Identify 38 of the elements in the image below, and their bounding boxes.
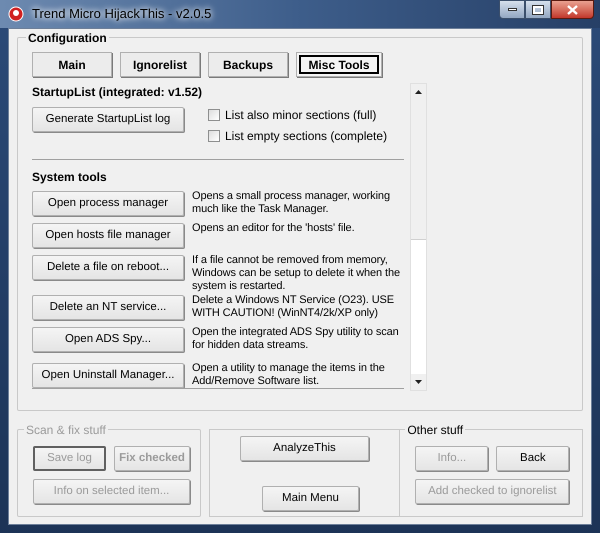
generate-log-button[interactable]: Generate StartupList log xyxy=(32,107,184,132)
checkbox[interactable] xyxy=(208,130,220,142)
tab[interactable]: Main xyxy=(32,52,112,77)
tab[interactable]: Ignorelist xyxy=(120,52,200,77)
tool-button[interactable]: Delete a file on reboot... xyxy=(32,255,184,280)
main-menu-button[interactable]: Main Menu xyxy=(262,486,359,511)
minimize-icon xyxy=(508,8,516,11)
tool-button[interactable]: Open Uninstall Manager... xyxy=(32,363,184,388)
tool-description: Opens an editor for the 'hosts' file. xyxy=(192,222,356,235)
tool-description: Open the integrated ADS Spy utility to scan for hidden data streams. xyxy=(192,326,400,352)
tool-description: Open a utility to manage the items in the Add/Remove Software list. xyxy=(192,362,386,388)
tool-description: Opens a small process manager, working much like the Task Manager. xyxy=(192,190,391,216)
maximize-button[interactable] xyxy=(525,0,551,19)
window-title: Trend Micro HijackThis - v2.0.5 xyxy=(32,5,212,24)
minimize-button[interactable] xyxy=(499,0,525,19)
analyze-button[interactable]: AnalyzeThis xyxy=(240,436,369,461)
close-icon xyxy=(567,4,578,14)
close-button[interactable] xyxy=(551,0,594,19)
checkbox-label: List empty sections (complete) xyxy=(225,128,388,145)
checkbox[interactable] xyxy=(208,109,220,121)
tool-button[interactable]: Open hosts file manager xyxy=(32,223,184,248)
back-button[interactable]: Back xyxy=(496,446,570,471)
maximize-icon xyxy=(533,6,543,14)
app-icon xyxy=(8,6,24,22)
scroll-thumb[interactable] xyxy=(411,100,426,240)
tool-description: Delete a Windows NT Service (O23). USE WITH CAUTION! (WinNT4/2k/XP only) xyxy=(192,294,396,320)
scroll-down-icon[interactable] xyxy=(411,374,426,390)
scrollbar[interactable] xyxy=(410,83,427,391)
scroll-up-icon[interactable] xyxy=(411,84,426,100)
section-heading: StartupList (integrated: v1.52) xyxy=(32,84,204,101)
checkbox-label: List also minor sections (full) xyxy=(225,107,376,124)
tool-button[interactable]: Delete an NT service... xyxy=(32,295,184,320)
tool-button[interactable]: Open ADS Spy... xyxy=(32,327,184,352)
tool-description: If a file cannot be removed from memory, Windows can be setup to delete it when the system is restarted. xyxy=(192,254,401,293)
tab[interactable]: Misc Tools xyxy=(296,52,382,77)
section-heading: System tools xyxy=(32,169,108,186)
tab[interactable]: Backups xyxy=(208,52,288,77)
tool-button[interactable]: Open process manager xyxy=(32,191,184,216)
